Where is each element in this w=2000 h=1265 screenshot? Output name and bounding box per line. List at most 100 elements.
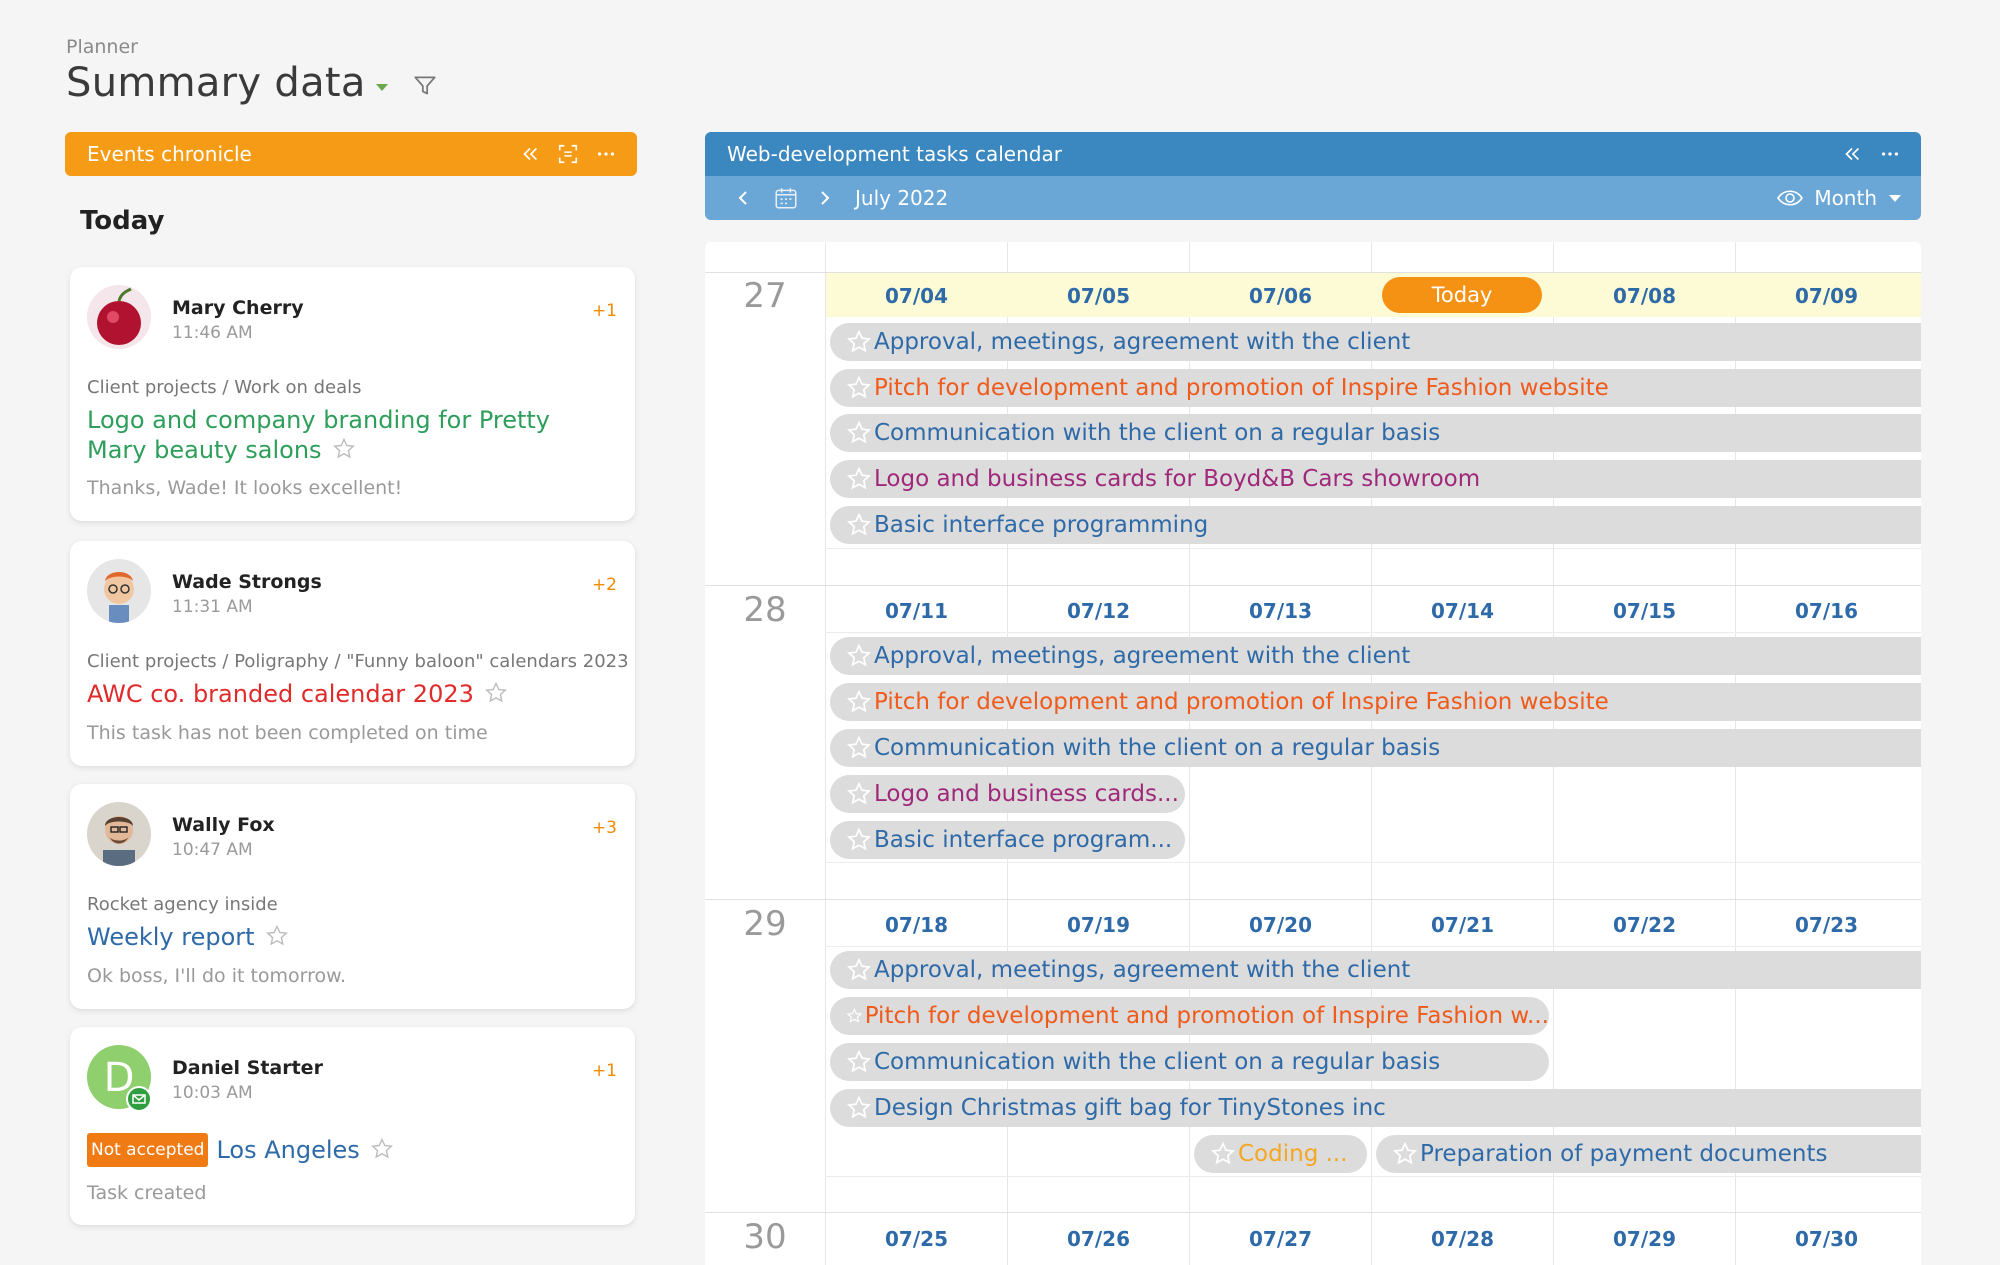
day-header[interactable]: 07/21 [1372,913,1553,937]
task-title[interactable]: Weekly report [87,922,289,952]
day-header[interactable]: 07/23 [1736,913,1917,937]
day-header[interactable]: 07/19 [1008,913,1189,937]
task-title-line[interactable]: Los Angeles [216,1136,359,1164]
day-header[interactable]: 07/27 [1190,1227,1371,1251]
breadcrumb[interactable]: Planner [66,36,438,58]
day-header[interactable]: 07/05 [1008,284,1189,308]
calendar-event[interactable]: Preparation of payment documents [1376,1135,1921,1173]
star-icon[interactable] [846,735,872,761]
day-header[interactable]: 07/14 [1372,599,1553,623]
day-header[interactable]: 07/15 [1554,599,1735,623]
calendar-event[interactable]: Communication with the client on a regul… [830,414,1921,452]
day-header[interactable]: 07/09 [1736,284,1917,308]
day-header[interactable]: 07/25 [826,1227,1007,1251]
event-card[interactable]: Wade Strongs 11:31 AM +2 Client projects… [70,541,635,766]
project-path[interactable]: Client projects / Work on deals [87,377,362,398]
star-icon[interactable] [265,924,289,948]
star-icon[interactable] [846,420,872,446]
star-icon[interactable] [846,1003,863,1029]
day-header[interactable]: 07/11 [826,599,1007,623]
event-card[interactable]: Wally Fox 10:47 AM +3 Rocket agency insi… [70,784,635,1009]
event-count[interactable]: +2 [592,575,617,595]
day-header[interactable]: 07/22 [1554,913,1735,937]
star-icon[interactable] [846,512,872,538]
calendar-event[interactable]: Design Christmas gift bag for TinyStones… [830,1089,1921,1127]
collapse-icon[interactable] [1841,143,1863,165]
day-header[interactable]: 07/18 [826,913,1007,937]
prev-month-icon[interactable] [735,190,751,206]
calendar-event[interactable]: Communication with the client on a regul… [830,1043,1549,1081]
next-month-icon[interactable] [817,190,833,206]
event-count[interactable]: +1 [592,1061,617,1081]
star-icon[interactable] [846,1095,872,1121]
day-header[interactable]: 07/12 [1008,599,1189,623]
calendar-event[interactable]: Communication with the client on a regul… [830,729,1921,767]
calendar-event[interactable]: Coding ... [1194,1135,1367,1173]
day-header[interactable]: 07/16 [1736,599,1917,623]
task-title-line[interactable]: Weekly report [87,923,255,951]
event-count[interactable]: +1 [592,301,617,321]
task-title-line[interactable]: Mary beauty salons [87,436,322,464]
event-card[interactable]: D Daniel Starter 10:03 AM +1 Not accepte… [70,1027,635,1225]
star-icon[interactable] [846,1049,872,1075]
star-icon[interactable] [1392,1141,1418,1167]
author-name[interactable]: Wade Strongs [172,571,322,593]
view-selector[interactable]: Month [1776,186,1901,210]
calendar-event[interactable]: Logo and business cards... [830,775,1185,813]
calendar-event[interactable]: Pitch for development and promotion of I… [830,683,1921,721]
day-header[interactable]: 07/29 [1554,1227,1735,1251]
star-icon[interactable] [846,689,872,715]
calendar-icon[interactable] [773,185,799,211]
event-card[interactable]: Mary Cherry 11:46 AM +1 Client projects … [70,267,635,521]
calendar-event[interactable]: Pitch for development and promotion of I… [830,369,1921,407]
star-icon[interactable] [370,1137,394,1161]
current-month: July 2022 [855,186,949,210]
filter-icon[interactable] [412,73,438,99]
star-icon[interactable] [1210,1141,1236,1167]
day-header[interactable]: 07/28 [1372,1227,1553,1251]
more-icon[interactable] [1879,143,1901,165]
day-header[interactable]: 07/06 [1190,284,1371,308]
day-header[interactable]: 07/04 [826,284,1007,308]
author-name[interactable]: Daniel Starter [172,1057,323,1079]
day-header[interactable]: 07/08 [1554,284,1735,308]
star-icon[interactable] [484,681,508,705]
task-title[interactable]: Logo and company branding for Pretty Mar… [87,405,550,465]
task-title[interactable]: Not accepted Los Angeles [87,1133,394,1167]
calendar-event[interactable]: Approval, meetings, agreement with the c… [830,323,1921,361]
star-icon[interactable] [846,827,872,853]
chevron-down-icon[interactable] [1889,194,1901,202]
star-icon[interactable] [846,957,872,983]
calendar-event[interactable]: Approval, meetings, agreement with the c… [830,637,1921,675]
task-title-line[interactable]: AWC co. branded calendar 2023 [87,680,474,708]
title-dropdown-icon[interactable] [375,83,388,91]
star-icon[interactable] [846,643,872,669]
collapse-icon[interactable] [519,143,541,165]
view-label[interactable]: Month [1814,186,1877,210]
star-icon[interactable] [846,329,872,355]
star-icon[interactable] [332,437,356,461]
event-count[interactable]: +3 [592,818,617,838]
day-header[interactable]: 07/26 [1008,1227,1189,1251]
fullscreen-icon[interactable] [557,143,579,165]
calendar-event[interactable]: Basic interface programming [830,506,1921,544]
calendar-event[interactable]: Pitch for development and promotion of I… [830,997,1549,1035]
project-path[interactable]: Client projects / Poligraphy / "Funny ba… [87,651,629,672]
author-name[interactable]: Wally Fox [172,814,275,836]
project-path[interactable]: Rocket agency inside [87,894,278,915]
day-header[interactable]: 07/30 [1736,1227,1917,1251]
task-title-line[interactable]: Logo and company branding for Pretty [87,405,550,435]
star-icon[interactable] [846,466,872,492]
star-icon[interactable] [846,375,872,401]
calendar-event[interactable]: Logo and business cards for Boyd&B Cars … [830,460,1921,498]
task-title[interactable]: AWC co. branded calendar 2023 [87,679,508,709]
author-name[interactable]: Mary Cherry [172,297,304,319]
day-header[interactable]: 07/20 [1190,913,1371,937]
today-marker[interactable]: Today [1382,277,1542,313]
day-header[interactable]: 07/13 [1190,599,1371,623]
eye-icon [1777,190,1804,206]
star-icon[interactable] [846,781,872,807]
calendar-event[interactable]: Basic interface program... [830,821,1185,859]
calendar-event[interactable]: Approval, meetings, agreement with the c… [830,951,1921,989]
more-icon[interactable] [595,143,617,165]
